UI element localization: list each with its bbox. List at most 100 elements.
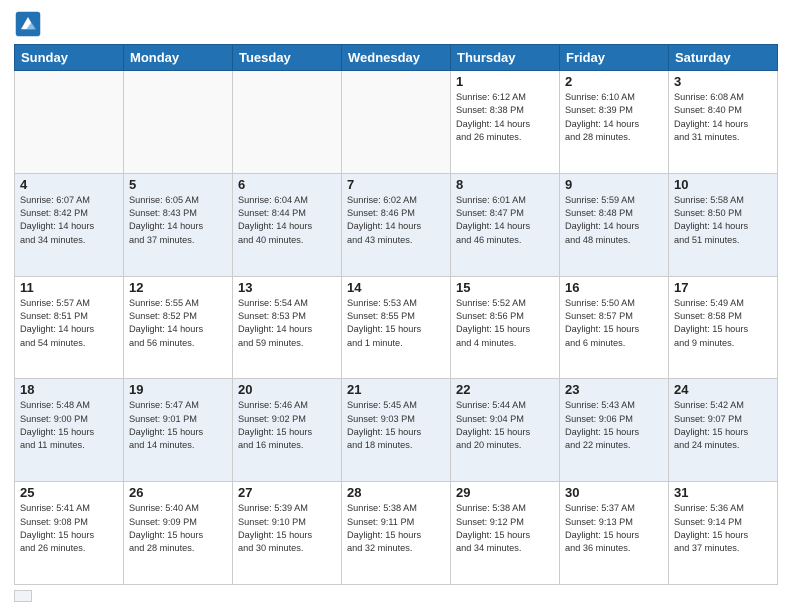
day-info: Sunrise: 5:46 AM Sunset: 9:02 PM Dayligh…: [238, 399, 336, 452]
day-number: 1: [456, 74, 554, 89]
day-info: Sunrise: 5:41 AM Sunset: 9:08 PM Dayligh…: [20, 502, 118, 555]
calendar-cell: 13 Sunrise: 5:54 AM Sunset: 8:53 PM Dayli…: [233, 276, 342, 379]
day-info: Sunrise: 5:45 AM Sunset: 9:03 PM Dayligh…: [347, 399, 445, 452]
day-info: Sunrise: 5:39 AM Sunset: 9:10 PM Dayligh…: [238, 502, 336, 555]
calendar-header-wednesday: Wednesday: [342, 45, 451, 71]
day-info: Sunrise: 6:12 AM Sunset: 8:38 PM Dayligh…: [456, 91, 554, 144]
calendar-cell: 8 Sunrise: 6:01 AM Sunset: 8:47 PM Daylig…: [451, 173, 560, 276]
day-number: 30: [565, 485, 663, 500]
calendar-week-2: 4Sunrise: 6:07 AM Sunset: 8:42 PM Daylig…: [15, 173, 778, 276]
calendar-cell: 19 Sunrise: 5:47 AM Sunset: 9:01 PM Dayli…: [124, 379, 233, 482]
calendar-cell: 14 Sunrise: 5:53 AM Sunset: 8:55 PM Dayli…: [342, 276, 451, 379]
calendar-cell: 28 Sunrise: 5:38 AM Sunset: 9:11 PM Dayli…: [342, 482, 451, 585]
header: [14, 10, 778, 38]
calendar-cell: 18 Sunrise: 5:48 AM Sunset: 9:00 PM Dayli…: [15, 379, 124, 482]
day-info: Sunrise: 5:59 AM Sunset: 8:48 PM Dayligh…: [565, 194, 663, 247]
calendar-cell: 29 Sunrise: 5:38 AM Sunset: 9:12 PM Dayli…: [451, 482, 560, 585]
day-info: Sunrise: 5:54 AM Sunset: 8:53 PM Dayligh…: [238, 297, 336, 350]
calendar-week-3: 11 Sunrise: 5:57 AM Sunset: 8:51 PM Dayli…: [15, 276, 778, 379]
calendar-cell: [15, 71, 124, 174]
calendar-header-saturday: Saturday: [669, 45, 778, 71]
day-number: 18: [20, 382, 118, 397]
day-info: Sunrise: 6:04 AM Sunset: 8:44 PM Dayligh…: [238, 194, 336, 247]
calendar-cell: 25 Sunrise: 5:41 AM Sunset: 9:08 PM Dayli…: [15, 482, 124, 585]
day-info: Sunrise: 5:49 AM Sunset: 8:58 PM Dayligh…: [674, 297, 772, 350]
day-number: 13: [238, 280, 336, 295]
calendar-cell: 10 Sunrise: 5:58 AM Sunset: 8:50 PM Dayli…: [669, 173, 778, 276]
day-info: Sunrise: 5:38 AM Sunset: 9:11 PM Dayligh…: [347, 502, 445, 555]
logo: [14, 10, 46, 38]
calendar-cell: 16 Sunrise: 5:50 AM Sunset: 8:57 PM Dayli…: [560, 276, 669, 379]
day-info: Sunrise: 6:01 AM Sunset: 8:47 PM Dayligh…: [456, 194, 554, 247]
calendar-cell: 3Sunrise: 6:08 AM Sunset: 8:40 PM Daylig…: [669, 71, 778, 174]
day-number: 10: [674, 177, 772, 192]
day-number: 16: [565, 280, 663, 295]
day-info: Sunrise: 5:53 AM Sunset: 8:55 PM Dayligh…: [347, 297, 445, 350]
day-number: 14: [347, 280, 445, 295]
day-number: 20: [238, 382, 336, 397]
day-info: Sunrise: 5:52 AM Sunset: 8:56 PM Dayligh…: [456, 297, 554, 350]
page: SundayMondayTuesdayWednesdayThursdayFrid…: [0, 0, 792, 612]
calendar-cell: 9 Sunrise: 5:59 AM Sunset: 8:48 PM Daylig…: [560, 173, 669, 276]
calendar-cell: 31Sunrise: 5:36 AM Sunset: 9:14 PM Dayli…: [669, 482, 778, 585]
day-info: Sunrise: 5:50 AM Sunset: 8:57 PM Dayligh…: [565, 297, 663, 350]
day-number: 19: [129, 382, 227, 397]
calendar-cell: 7 Sunrise: 6:02 AM Sunset: 8:46 PM Daylig…: [342, 173, 451, 276]
day-number: 17: [674, 280, 772, 295]
day-info: Sunrise: 5:47 AM Sunset: 9:01 PM Dayligh…: [129, 399, 227, 452]
calendar-cell: [342, 71, 451, 174]
day-info: Sunrise: 5:48 AM Sunset: 9:00 PM Dayligh…: [20, 399, 118, 452]
calendar-cell: 17 Sunrise: 5:49 AM Sunset: 8:58 PM Dayli…: [669, 276, 778, 379]
day-info: Sunrise: 5:55 AM Sunset: 8:52 PM Dayligh…: [129, 297, 227, 350]
day-info: Sunrise: 5:58 AM Sunset: 8:50 PM Dayligh…: [674, 194, 772, 247]
logo-icon: [14, 10, 42, 38]
day-number: 29: [456, 485, 554, 500]
day-info: Sunrise: 6:05 AM Sunset: 8:43 PM Dayligh…: [129, 194, 227, 247]
calendar-week-5: 25 Sunrise: 5:41 AM Sunset: 9:08 PM Dayli…: [15, 482, 778, 585]
day-number: 2: [565, 74, 663, 89]
day-number: 7: [347, 177, 445, 192]
calendar-cell: 21Sunrise: 5:45 AM Sunset: 9:03 PM Dayli…: [342, 379, 451, 482]
calendar-cell: 22 Sunrise: 5:44 AM Sunset: 9:04 PM Dayli…: [451, 379, 560, 482]
day-info: Sunrise: 5:57 AM Sunset: 8:51 PM Dayligh…: [20, 297, 118, 350]
day-number: 27: [238, 485, 336, 500]
day-info: Sunrise: 6:02 AM Sunset: 8:46 PM Dayligh…: [347, 194, 445, 247]
calendar-cell: 12 Sunrise: 5:55 AM Sunset: 8:52 PM Dayli…: [124, 276, 233, 379]
day-number: 3: [674, 74, 772, 89]
day-info: Sunrise: 5:44 AM Sunset: 9:04 PM Dayligh…: [456, 399, 554, 452]
calendar-week-1: 1 Sunrise: 6:12 AM Sunset: 8:38 PM Daylig…: [15, 71, 778, 174]
calendar-cell: 5 Sunrise: 6:05 AM Sunset: 8:43 PM Daylig…: [124, 173, 233, 276]
calendar-cell: 2 Sunrise: 6:10 AM Sunset: 8:39 PM Daylig…: [560, 71, 669, 174]
day-info: Sunrise: 5:43 AM Sunset: 9:06 PM Dayligh…: [565, 399, 663, 452]
day-number: 9: [565, 177, 663, 192]
calendar-table: SundayMondayTuesdayWednesdayThursdayFrid…: [14, 44, 778, 585]
calendar-header-friday: Friday: [560, 45, 669, 71]
calendar-cell: [233, 71, 342, 174]
day-info: Sunrise: 6:07 AM Sunset: 8:42 PM Dayligh…: [20, 194, 118, 247]
calendar-header-sunday: Sunday: [15, 45, 124, 71]
day-number: 5: [129, 177, 227, 192]
day-number: 26: [129, 485, 227, 500]
day-info: Sunrise: 5:40 AM Sunset: 9:09 PM Dayligh…: [129, 502, 227, 555]
daylight-box-icon: [14, 590, 32, 602]
calendar-cell: 20 Sunrise: 5:46 AM Sunset: 9:02 PM Dayli…: [233, 379, 342, 482]
day-number: 22: [456, 382, 554, 397]
day-number: 25: [20, 485, 118, 500]
day-number: 8: [456, 177, 554, 192]
day-number: 28: [347, 485, 445, 500]
day-info: Sunrise: 6:10 AM Sunset: 8:39 PM Dayligh…: [565, 91, 663, 144]
calendar-cell: 23Sunrise: 5:43 AM Sunset: 9:06 PM Dayli…: [560, 379, 669, 482]
day-number: 31: [674, 485, 772, 500]
calendar-cell: 15Sunrise: 5:52 AM Sunset: 8:56 PM Dayli…: [451, 276, 560, 379]
day-number: 12: [129, 280, 227, 295]
day-number: 11: [20, 280, 118, 295]
calendar-header-row: SundayMondayTuesdayWednesdayThursdayFrid…: [15, 45, 778, 71]
calendar-header-tuesday: Tuesday: [233, 45, 342, 71]
calendar-cell: 11 Sunrise: 5:57 AM Sunset: 8:51 PM Dayli…: [15, 276, 124, 379]
day-info: Sunrise: 5:38 AM Sunset: 9:12 PM Dayligh…: [456, 502, 554, 555]
calendar-cell: 24Sunrise: 5:42 AM Sunset: 9:07 PM Dayli…: [669, 379, 778, 482]
calendar-cell: 27 Sunrise: 5:39 AM Sunset: 9:10 PM Dayli…: [233, 482, 342, 585]
calendar-cell: 30 Sunrise: 5:37 AM Sunset: 9:13 PM Dayli…: [560, 482, 669, 585]
calendar-week-4: 18 Sunrise: 5:48 AM Sunset: 9:00 PM Dayli…: [15, 379, 778, 482]
day-info: Sunrise: 5:37 AM Sunset: 9:13 PM Dayligh…: [565, 502, 663, 555]
